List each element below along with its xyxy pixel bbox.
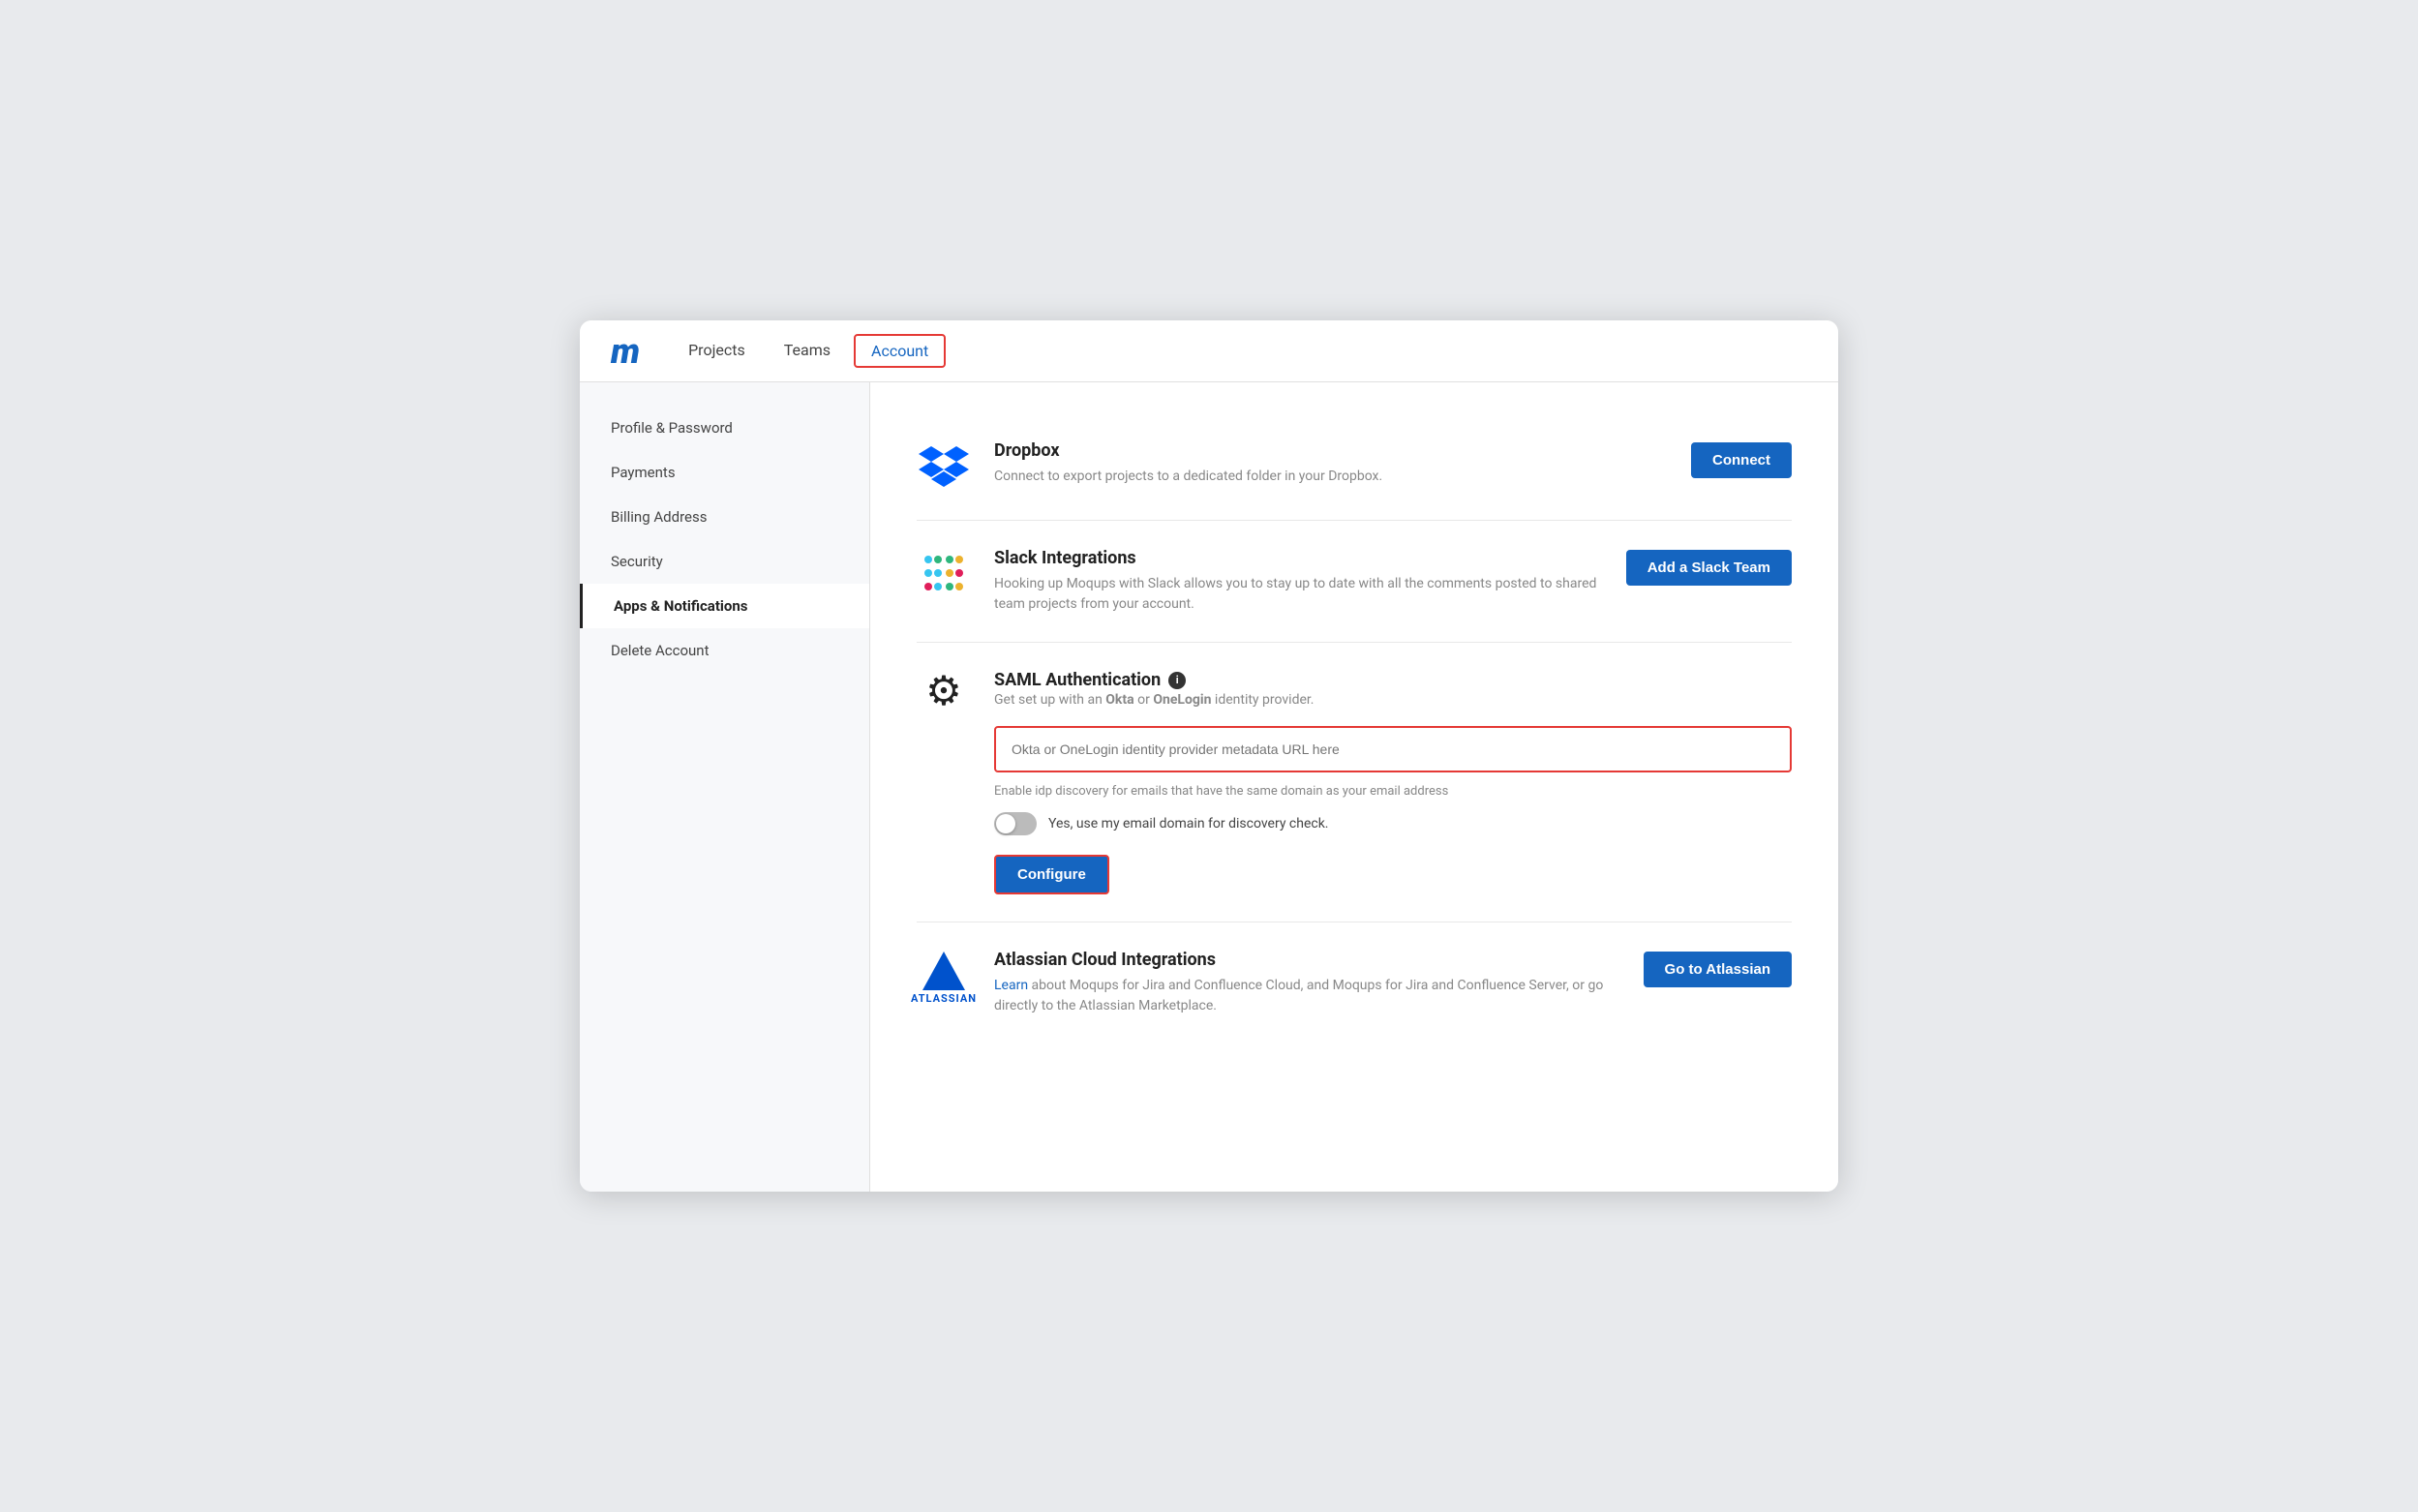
dropbox-integration-row: Dropbox Connect to export projects to a …	[917, 413, 1792, 521]
dropbox-title: Dropbox	[994, 440, 1668, 461]
nav-account[interactable]: Account	[854, 334, 946, 368]
saml-title-row: SAML Authentication i	[994, 670, 1792, 690]
slack-action: Add a Slack Team	[1626, 548, 1792, 586]
sidebar-item-billing[interactable]: Billing Address	[580, 495, 869, 539]
atlassian-desc: Learn about Moqups for Jira and Confluen…	[994, 976, 1620, 1016]
dropbox-connect-button[interactable]: Connect	[1691, 442, 1792, 478]
slack-integration-row: Slack Integrations Hooking up Moqups wit…	[917, 521, 1792, 643]
okta-link: Okta	[1105, 692, 1133, 708]
sidebar-item-profile-password[interactable]: Profile & Password	[580, 406, 869, 450]
sidebar-item-security[interactable]: Security	[580, 539, 869, 584]
saml-description: Get set up with an Okta or OneLogin iden…	[994, 690, 1672, 711]
go-to-atlassian-button[interactable]: Go to Atlassian	[1644, 952, 1792, 987]
nav-links: Projects Teams Account	[669, 320, 950, 381]
atlassian-triangle-icon	[922, 952, 965, 990]
main-content: Dropbox Connect to export projects to a …	[870, 382, 1838, 1192]
dropbox-icon	[917, 440, 971, 493]
onelogin-link: OneLogin	[1153, 692, 1211, 708]
saml-title: SAML Authentication	[994, 670, 1161, 690]
configure-button[interactable]: Configure	[994, 855, 1109, 894]
app-window: m Projects Teams Account Profile & Passw…	[580, 320, 1838, 1192]
dropbox-action: Connect	[1691, 440, 1792, 478]
sidebar-item-apps-notifications[interactable]: Apps & Notifications	[580, 584, 869, 628]
saml-section: ⚙ SAML Authentication i Get set up with …	[917, 643, 1792, 922]
saml-icon-row: ⚙ SAML Authentication i Get set up with …	[917, 670, 1792, 894]
saml-body: SAML Authentication i Get set up with an…	[994, 670, 1792, 894]
atlassian-icon: ATLASSIAN	[911, 952, 977, 1005]
nav-projects[interactable]: Projects	[669, 320, 765, 381]
toggle-row: Yes, use my email domain for discovery c…	[994, 812, 1792, 835]
discovery-toggle[interactable]	[994, 812, 1037, 835]
slack-desc: Hooking up Moqups with Slack allows you …	[994, 574, 1603, 615]
add-slack-team-button[interactable]: Add a Slack Team	[1626, 550, 1792, 586]
toggle-knob	[996, 814, 1015, 833]
sidebar-item-delete-account[interactable]: Delete Account	[580, 628, 869, 673]
body-layout: Profile & Password Payments Billing Addr…	[580, 382, 1838, 1192]
slack-body: Slack Integrations Hooking up Moqups wit…	[994, 548, 1603, 615]
slack-icon	[917, 548, 971, 600]
atlassian-icon-wrap: ATLASSIAN	[917, 950, 971, 1005]
atlassian-learn-link[interactable]: Learn	[994, 978, 1028, 993]
top-nav: m Projects Teams Account	[580, 320, 1838, 382]
atlassian-desc-rest: about Moqups for Jira and Confluence Clo…	[994, 978, 1603, 1013]
saml-input-wrap	[994, 726, 1792, 772]
gear-icon: ⚙	[925, 672, 962, 712]
app-logo: m	[611, 331, 638, 372]
atlassian-action: Go to Atlassian	[1644, 950, 1792, 987]
saml-url-input[interactable]	[996, 728, 1790, 771]
saml-gear-icon-wrap: ⚙	[917, 670, 971, 712]
nav-teams[interactable]: Teams	[765, 320, 850, 381]
sidebar: Profile & Password Payments Billing Addr…	[580, 382, 870, 1192]
dropbox-body: Dropbox Connect to export projects to a …	[994, 440, 1668, 487]
toggle-label: Yes, use my email domain for discovery c…	[1048, 816, 1329, 832]
saml-info-icon[interactable]: i	[1168, 672, 1186, 689]
atlassian-title: Atlassian Cloud Integrations	[994, 950, 1620, 970]
sidebar-item-payments[interactable]: Payments	[580, 450, 869, 495]
dropbox-desc: Connect to export projects to a dedicate…	[994, 467, 1668, 487]
saml-hint: Enable idp discovery for emails that hav…	[994, 784, 1792, 799]
slack-title: Slack Integrations	[994, 548, 1603, 568]
atlassian-body: Atlassian Cloud Integrations Learn about…	[994, 950, 1620, 1016]
atlassian-integration-row: ATLASSIAN Atlassian Cloud Integrations L…	[917, 922, 1792, 1043]
atlassian-label: ATLASSIAN	[911, 992, 977, 1005]
